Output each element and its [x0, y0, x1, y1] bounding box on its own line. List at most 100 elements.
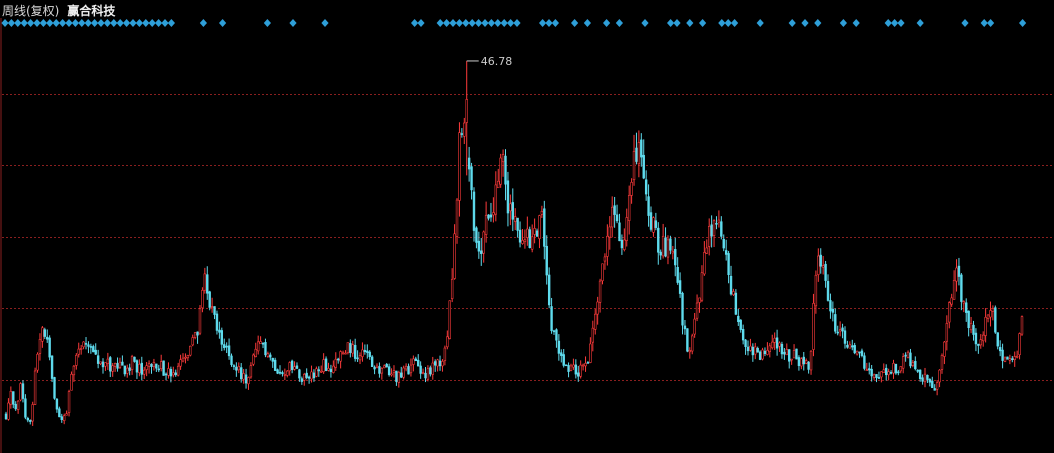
candle-body	[16, 400, 20, 410]
candle-342	[834, 308, 837, 334]
candle-282	[688, 347, 691, 359]
candle-23	[60, 413, 63, 423]
signal-marker-14	[91, 19, 99, 27]
candle-body	[438, 360, 442, 367]
candle-401	[977, 343, 980, 354]
candle-218	[533, 218, 536, 244]
candle-32	[82, 341, 85, 350]
candle-body	[443, 347, 447, 361]
candle-211	[516, 217, 519, 238]
candle-body	[693, 318, 696, 335]
signal-marker-64	[801, 19, 809, 27]
candle-body	[523, 239, 527, 242]
candle-body	[181, 357, 185, 362]
candle-60	[150, 363, 153, 374]
candle-body	[385, 363, 388, 368]
signal-marker-12	[78, 19, 86, 27]
signal-marker-31	[321, 19, 329, 27]
candle-body	[889, 372, 893, 374]
candle-287	[700, 265, 704, 303]
candle-body	[431, 362, 434, 375]
candle-92	[227, 338, 231, 360]
candle-body	[201, 290, 204, 309]
candle-body	[821, 265, 825, 268]
candle-body	[630, 182, 633, 196]
candle-body	[957, 265, 961, 277]
candle-body	[60, 416, 63, 420]
candle-98	[242, 369, 245, 384]
candle-body	[751, 346, 755, 356]
candle-body	[972, 324, 975, 335]
candle-191	[467, 146, 471, 182]
candle-body	[412, 358, 415, 365]
candle-body	[564, 364, 568, 367]
candle-body	[933, 388, 936, 391]
candle-88	[218, 321, 221, 339]
candle-body	[273, 359, 277, 371]
candle-396	[965, 298, 968, 322]
candle-336	[819, 248, 822, 274]
candle-150	[368, 350, 371, 360]
candle-body	[446, 336, 449, 348]
candle-8	[24, 394, 27, 420]
candle-362	[882, 363, 885, 373]
candle-body	[475, 227, 478, 243]
candle-body	[240, 367, 243, 380]
candle-97	[240, 363, 243, 383]
candle-body	[783, 351, 786, 355]
candle-246	[601, 263, 604, 285]
signal-marker-row	[1, 19, 1027, 27]
candle-6	[19, 382, 22, 402]
candle-369	[899, 366, 902, 374]
candle-body	[855, 350, 859, 355]
signal-marker-56	[673, 19, 681, 27]
candle-16	[43, 327, 46, 340]
candle-body	[792, 350, 796, 359]
candle-body	[50, 355, 54, 379]
candle-113	[278, 365, 282, 375]
candle-303	[739, 319, 742, 333]
candle-body	[918, 369, 922, 379]
candle-13	[36, 352, 39, 373]
candle-body	[356, 357, 359, 360]
candle-45	[113, 362, 117, 372]
candle-body	[378, 366, 381, 374]
candle-270	[659, 249, 662, 260]
candle-251	[613, 196, 616, 228]
candle-body	[824, 263, 827, 281]
candle-136	[334, 352, 337, 371]
candle-209	[511, 188, 514, 232]
candle-277	[676, 257, 679, 285]
candle-body	[538, 215, 541, 239]
candle-body	[848, 343, 852, 349]
candle-178	[436, 358, 439, 372]
candle-body	[1011, 358, 1014, 360]
candle-82	[203, 267, 207, 294]
candle-body	[315, 368, 318, 377]
candle-309	[754, 342, 757, 360]
signal-marker-45	[507, 19, 515, 27]
candle-290	[707, 218, 711, 256]
candle-body	[104, 362, 107, 367]
candle-86	[213, 306, 216, 320]
candle-202	[494, 171, 498, 222]
candle-body	[1001, 349, 1004, 361]
candle-body	[989, 310, 992, 318]
candle-body	[453, 233, 456, 279]
candle-body	[700, 272, 704, 301]
candle-body	[196, 331, 199, 336]
candle-body	[261, 342, 265, 345]
candle-322	[785, 343, 788, 356]
candle-233	[569, 363, 573, 372]
candle-385	[938, 369, 941, 388]
candle-body	[179, 359, 182, 367]
signal-marker-1	[7, 19, 15, 27]
candle-body	[809, 350, 813, 371]
candle-111	[273, 357, 277, 372]
candle-386	[940, 353, 944, 374]
candle-293	[715, 216, 718, 230]
candle-body	[324, 358, 328, 372]
signal-marker-34	[436, 19, 444, 27]
candle-64	[159, 354, 163, 372]
candle-231	[564, 364, 568, 367]
